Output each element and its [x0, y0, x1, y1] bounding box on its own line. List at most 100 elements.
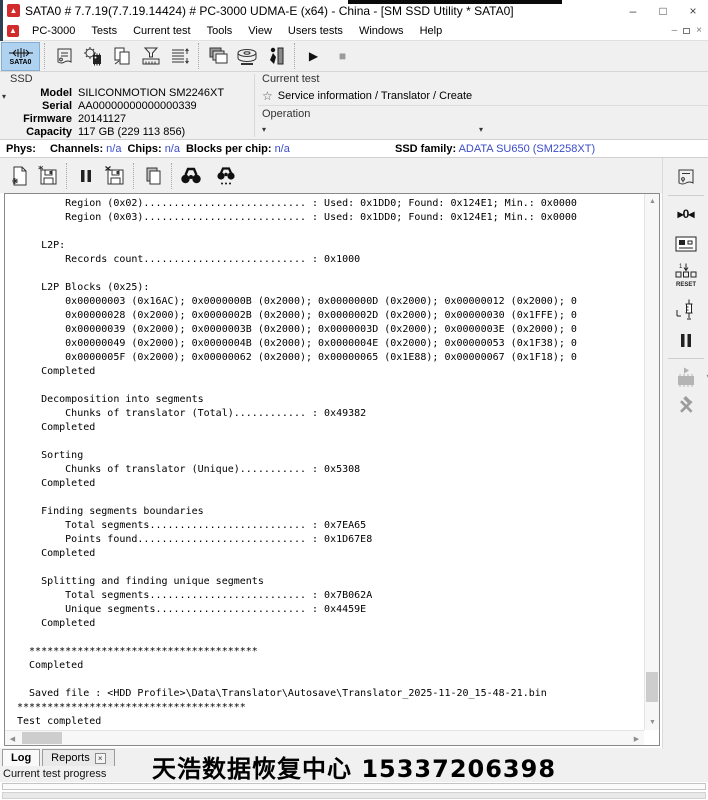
menu-tools[interactable]: Tools [199, 23, 241, 39]
menu-view[interactable]: View [240, 23, 280, 39]
ssd-family-value[interactable]: ADATA SU650 (SM2258XT) [459, 143, 596, 155]
ssd-group-label: SSD [10, 73, 33, 85]
scroll-down-icon[interactable]: ▼ [645, 715, 660, 730]
window-left-edge [0, 0, 3, 41]
ssd-serial-row: Serial AA00000000000000339 [0, 100, 250, 112]
mdi-restore-button[interactable] [683, 28, 690, 34]
run-test-button[interactable]: ▶ [299, 42, 328, 70]
binoculars-next-icon [214, 166, 238, 186]
windows-cascade-button[interactable] [203, 42, 232, 70]
controller-card-icon [674, 234, 698, 254]
menu-current-test[interactable]: Current test [125, 23, 198, 39]
mdi-minimize-button[interactable]: – [672, 25, 678, 36]
copy-session-button[interactable] [107, 42, 136, 70]
zero-position-icon: ▸0◂ [678, 207, 694, 221]
scroll-left-icon[interactable]: ◀ [5, 731, 20, 746]
scroll-right-icon[interactable]: ▶ [629, 731, 644, 746]
vertical-scroll-thumb[interactable] [646, 672, 658, 702]
copy-log-button[interactable] [138, 162, 167, 190]
copy-pages-icon [111, 45, 133, 67]
sata-port-button[interactable]: SATA0 [1, 42, 40, 71]
right-tool-rail: ▸0◂ 1 RESET [662, 158, 708, 748]
menu-pc3000[interactable]: PC-3000 [24, 23, 83, 39]
scroll-info-icon [675, 166, 697, 188]
operation-group-label: Operation [262, 108, 310, 120]
stop-test-button[interactable]: ■ [328, 42, 357, 70]
chip-card-button[interactable] [669, 229, 703, 259]
menu-help[interactable]: Help [412, 23, 451, 39]
floppy-save-icon [37, 165, 59, 187]
operation-dropdown-icon[interactable]: ▾ [262, 125, 266, 134]
stacked-windows-icon [207, 45, 229, 67]
horizontal-scroll-thumb[interactable] [22, 732, 62, 744]
panel-divider [254, 74, 255, 137]
stop-icon: ■ [339, 49, 346, 63]
ssd-capacity-row: Capacity 117 GB (229 113 856) [0, 126, 250, 138]
phys-status-bar: Phys: Channels: n/a Chips: n/a Blocks pe… [0, 139, 708, 158]
zero-track-button[interactable]: ▸0◂ [669, 199, 703, 229]
minimize-button[interactable]: – [618, 1, 648, 20]
main-toolbar: SATA0 [0, 41, 708, 72]
channels-label: Channels: [50, 143, 103, 155]
drive-resources-button[interactable] [669, 162, 703, 192]
task-list-button[interactable] [165, 42, 194, 70]
ssd-utility-button[interactable] [232, 42, 261, 70]
find-next-button[interactable] [211, 162, 240, 190]
save-log-button[interactable] [33, 162, 62, 190]
vertical-scrollbar[interactable]: ▲ ▼ [644, 194, 659, 730]
drive-passport-button[interactable] [49, 42, 78, 70]
find-button[interactable] [176, 162, 205, 190]
power-inject-button[interactable] [669, 295, 703, 325]
maximize-button[interactable]: □ [648, 1, 678, 20]
reset-drive-button[interactable]: 1 RESET [669, 259, 703, 295]
log-text[interactable]: Region (0x02)...........................… [5, 194, 643, 729]
service-tools-button[interactable] [669, 392, 703, 422]
pause-rail-button[interactable] [669, 325, 703, 355]
stop-autosave-button[interactable] [100, 162, 129, 190]
scroll-up-icon[interactable]: ▲ [645, 194, 660, 209]
pause-log-button[interactable] [71, 162, 100, 190]
info-panel: SSD ▾ Model SILICONMOTION SM2246XT Seria… [0, 72, 708, 139]
background-window-edge [348, 0, 562, 4]
exit-utility-button[interactable] [261, 42, 290, 70]
new-log-button[interactable] [4, 162, 33, 190]
sata-bus-icon [8, 47, 34, 59]
menu-tests[interactable]: Tests [83, 23, 125, 39]
ssd-firmware-row: Firmware 20141127 [0, 113, 250, 125]
channels-value: n/a [106, 143, 121, 155]
gear-chip-icon [82, 45, 104, 67]
mdi-close-button[interactable]: × [696, 25, 702, 36]
copy-pages-icon [142, 165, 164, 187]
operation-dropdown-icon[interactable]: ▾ [479, 125, 483, 134]
chips-label: Chips: [127, 143, 161, 155]
horizontal-scrollbar[interactable]: ◀ ▶ [5, 730, 644, 745]
mdi-child-icon[interactable]: ▲ [7, 25, 19, 37]
reset-icon: 1 RESET [672, 262, 700, 292]
utility-settings-button[interactable] [78, 42, 107, 70]
current-test-group-label: Current test [262, 73, 319, 85]
favorite-star-icon[interactable]: ☆ [262, 89, 273, 103]
menu-bar: ▲ PC-3000 Tests Current test Tools View … [0, 21, 708, 41]
play-icon: ▶ [309, 49, 318, 63]
menu-users-tests[interactable]: Users tests [280, 23, 351, 39]
progress-bar-current [2, 783, 706, 790]
watermark-text: 天浩数据恢复中心 15337206398 [0, 749, 708, 784]
ssd-model-row: Model SILICONMOTION SM2246XT [0, 87, 250, 99]
progress-bar-total [2, 792, 706, 799]
chip-play-icon [674, 366, 698, 388]
disk-platter-icon [235, 45, 259, 67]
data-extractor-button[interactable] [136, 42, 165, 70]
run-chip-task-button[interactable]: ▾ [669, 362, 703, 392]
blocks-per-chip-value: n/a [275, 143, 290, 155]
current-test-row: ☆ Service information / Translator / Cre… [262, 89, 472, 103]
scroll-report-icon [53, 45, 75, 67]
blocks-per-chip-label: Blocks per chip: [186, 143, 272, 155]
close-button[interactable]: × [678, 1, 708, 20]
panel-divider [258, 105, 708, 106]
menu-windows[interactable]: Windows [351, 23, 412, 39]
phys-label: Phys: [6, 143, 36, 155]
pause-icon [79, 168, 93, 184]
log-toolbar [0, 158, 662, 193]
log-output-area[interactable]: Region (0x02)...........................… [4, 193, 660, 746]
crossed-tools-icon [675, 396, 697, 418]
